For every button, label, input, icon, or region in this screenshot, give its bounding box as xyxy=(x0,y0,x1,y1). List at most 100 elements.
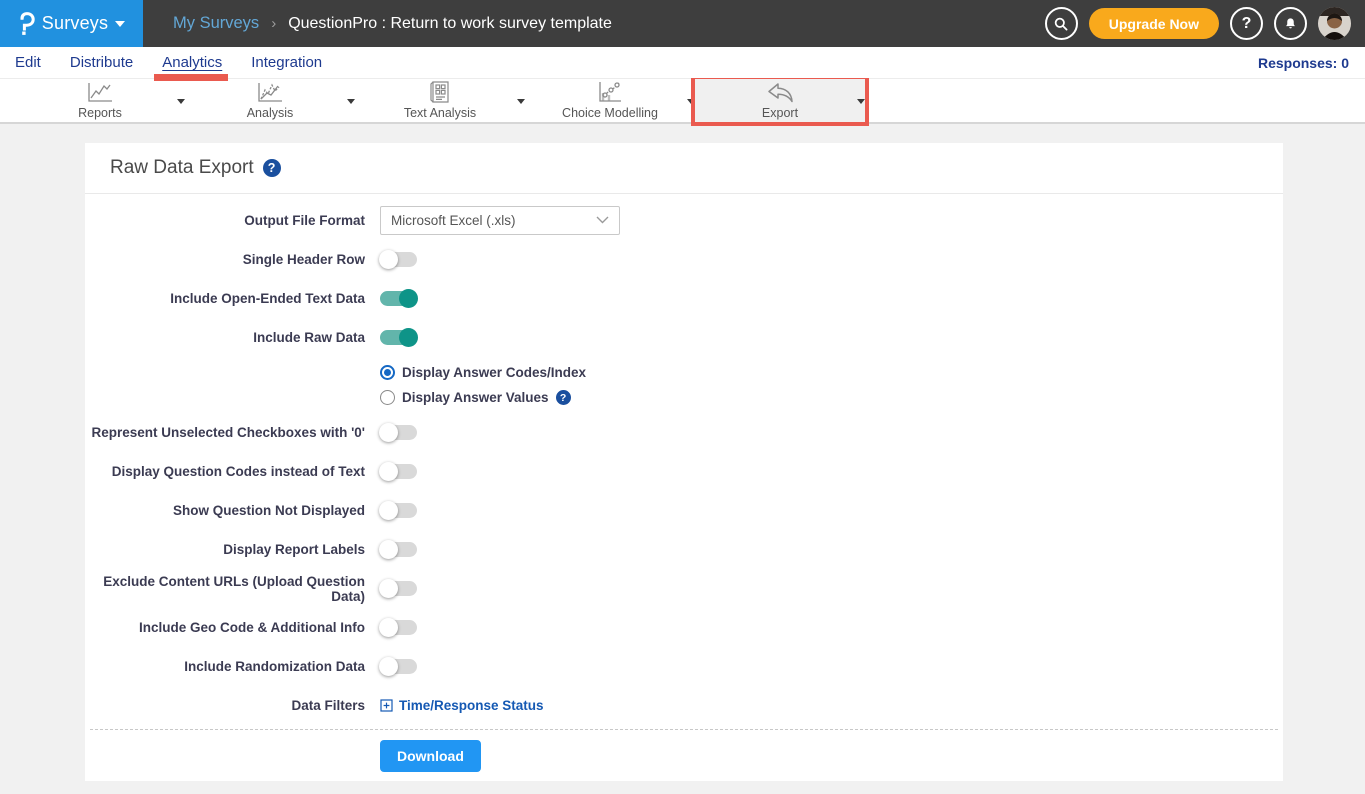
tab-integration[interactable]: Integration xyxy=(251,54,322,71)
field-control xyxy=(380,425,417,440)
toolbar-export[interactable]: Export xyxy=(695,79,865,122)
form-row-include-open-ended-text-data: Include Open-Ended Text Data xyxy=(85,279,1283,318)
toggle-represent-unselected-checkboxes-with-0-off[interactable] xyxy=(380,425,417,440)
toggle-single-header-row-off[interactable] xyxy=(380,252,417,267)
help-icon[interactable]: ? xyxy=(1230,7,1263,40)
field-control xyxy=(380,503,417,518)
responses-count: Responses: 0 xyxy=(1258,55,1365,71)
radio-unselected-icon[interactable] xyxy=(380,390,395,405)
form-row-data-filters: Data Filters Time/Response Status xyxy=(85,686,1283,725)
raw-data-export-panel: Raw Data Export ? Output File Format Micr… xyxy=(85,143,1283,781)
output-file-format-select[interactable]: Microsoft Excel (.xls) xyxy=(380,206,620,235)
toggle-include-randomization-data-off[interactable] xyxy=(380,659,417,674)
field-control xyxy=(380,330,417,345)
analytics-toolbar: Reports Analysis Text AnalysisChoice Model… xyxy=(0,78,1365,124)
download-button[interactable]: Download xyxy=(380,740,481,772)
tab-edit[interactable]: Edit xyxy=(15,54,41,71)
toggle-show-question-not-displayed-off[interactable] xyxy=(380,503,417,518)
chevron-down-icon[interactable] xyxy=(347,99,355,108)
toggle-knob xyxy=(379,501,398,520)
field-control xyxy=(380,659,417,674)
notifications-bell-icon[interactable] xyxy=(1274,7,1307,40)
toggle-knob xyxy=(379,579,398,598)
toolbar-text-analysis[interactable]: Text Analysis xyxy=(355,79,525,122)
field-label: Data Filters xyxy=(85,698,365,713)
toggle-knob xyxy=(379,540,398,559)
breadcrumb: My Surveys › QuestionPro : Return to wor… xyxy=(173,14,612,33)
expand-plus-icon[interactable] xyxy=(380,699,393,712)
radio-display-answer-values[interactable]: Display Answer Values? xyxy=(380,390,1283,405)
toolbar-label: Reports xyxy=(78,106,122,120)
field-label: Exclude Content URLs (Upload Question Da… xyxy=(85,574,365,604)
radio-selected-icon[interactable] xyxy=(380,365,395,380)
field-control xyxy=(380,252,417,267)
toolbar-label: Analysis xyxy=(247,106,294,120)
radio-help-icon[interactable]: ? xyxy=(556,390,571,405)
questionpro-logo-icon xyxy=(18,12,35,36)
export-options-form: Output File Format Microsoft Excel (.xls)… xyxy=(85,194,1283,725)
field-label: Single Header Row xyxy=(85,252,365,267)
annotation-red-underline xyxy=(154,74,228,81)
toolbar-reports[interactable]: Reports xyxy=(15,79,185,122)
reports-icon xyxy=(86,82,114,104)
field-label: Display Report Labels xyxy=(85,542,365,557)
toggle-display-report-labels-off[interactable] xyxy=(380,542,417,557)
product-switcher[interactable]: Surveys xyxy=(0,0,143,47)
product-name: Surveys xyxy=(42,13,108,34)
form-row-include-randomization-data: Include Randomization Data xyxy=(85,647,1283,686)
chevron-down-icon[interactable] xyxy=(687,99,695,108)
field-control: Microsoft Excel (.xls) xyxy=(380,206,620,235)
chevron-down-icon[interactable] xyxy=(177,99,185,108)
toggle-display-question-codes-instead-of-text-off[interactable] xyxy=(380,464,417,479)
toggle-knob xyxy=(379,657,398,676)
form-row-display-report-labels: Display Report Labels xyxy=(85,530,1283,569)
radio-display-answer-codes-index[interactable]: Display Answer Codes/Index xyxy=(380,365,1283,380)
survey-title: QuestionPro : Return to work survey temp… xyxy=(288,15,612,33)
analysis-icon xyxy=(256,82,284,104)
chevron-down-icon[interactable] xyxy=(857,99,865,108)
tab-distribute[interactable]: Distribute xyxy=(70,54,133,71)
breadcrumb-separator: › xyxy=(271,15,276,32)
field-control: Time/Response Status xyxy=(380,698,544,713)
toggle-include-raw-data-on[interactable] xyxy=(380,330,417,345)
search-icon[interactable] xyxy=(1045,7,1078,40)
toggle-include-geo-code-additional-info-off[interactable] xyxy=(380,620,417,635)
form-row-include-raw-data: Include Raw Data xyxy=(85,318,1283,357)
panel-title: Raw Data Export xyxy=(110,157,254,179)
field-control xyxy=(380,542,417,557)
field-label: Include Geo Code & Additional Info xyxy=(85,620,365,635)
field-control xyxy=(380,581,417,596)
form-row-represent-unselected-checkboxes-with-0: Represent Unselected Checkboxes with '0' xyxy=(85,413,1283,452)
form-row-exclude-content-urls-upload-question-data: Exclude Content URLs (Upload Question Da… xyxy=(85,569,1283,608)
page-background: Raw Data Export ? Output File Format Micr… xyxy=(0,143,1365,794)
user-avatar[interactable] xyxy=(1318,7,1351,40)
top-header: Surveys My Surveys › QuestionPro : Retur… xyxy=(0,0,1365,47)
form-row-show-question-not-displayed: Show Question Not Displayed xyxy=(85,491,1283,530)
panel-header: Raw Data Export ? xyxy=(85,143,1283,194)
field-label: Output File Format xyxy=(85,213,365,228)
toggle-knob xyxy=(399,328,418,347)
panel-help-icon[interactable]: ? xyxy=(263,159,281,177)
toggle-include-open-ended-text-data-on[interactable] xyxy=(380,291,417,306)
field-control xyxy=(380,291,417,306)
header-actions: Upgrade Now ? xyxy=(1045,7,1365,40)
export-icon xyxy=(765,82,795,104)
toggle-knob xyxy=(379,423,398,442)
form-row-output-file-format: Output File Format Microsoft Excel (.xls) xyxy=(85,200,1283,240)
toggle-exclude-content-urls-upload-question-data-off[interactable] xyxy=(380,581,417,596)
form-row-display-question-codes-instead-of-text: Display Question Codes instead of Text xyxy=(85,452,1283,491)
toolbar-choice-modelling[interactable]: Choice Modelling xyxy=(525,79,695,122)
time-response-status-link[interactable]: Time/Response Status xyxy=(380,698,544,713)
chevron-down-icon[interactable] xyxy=(517,99,525,108)
radio-label: Display Answer Values xyxy=(402,390,549,405)
form-row-include-geo-code-additional-info: Include Geo Code & Additional Info xyxy=(85,608,1283,647)
tab-analytics[interactable]: Analytics xyxy=(162,54,222,71)
section-tabs: Edit Distribute Analytics Integration Respon… xyxy=(0,47,1365,78)
toolbar-analysis[interactable]: Analysis xyxy=(185,79,355,122)
radio-dot xyxy=(384,369,391,376)
download-row: Download xyxy=(85,730,1283,772)
breadcrumb-my-surveys-link[interactable]: My Surveys xyxy=(173,14,259,33)
upgrade-now-button[interactable]: Upgrade Now xyxy=(1089,8,1219,39)
field-label: Include Open-Ended Text Data xyxy=(85,291,365,306)
toggle-knob xyxy=(379,618,398,637)
